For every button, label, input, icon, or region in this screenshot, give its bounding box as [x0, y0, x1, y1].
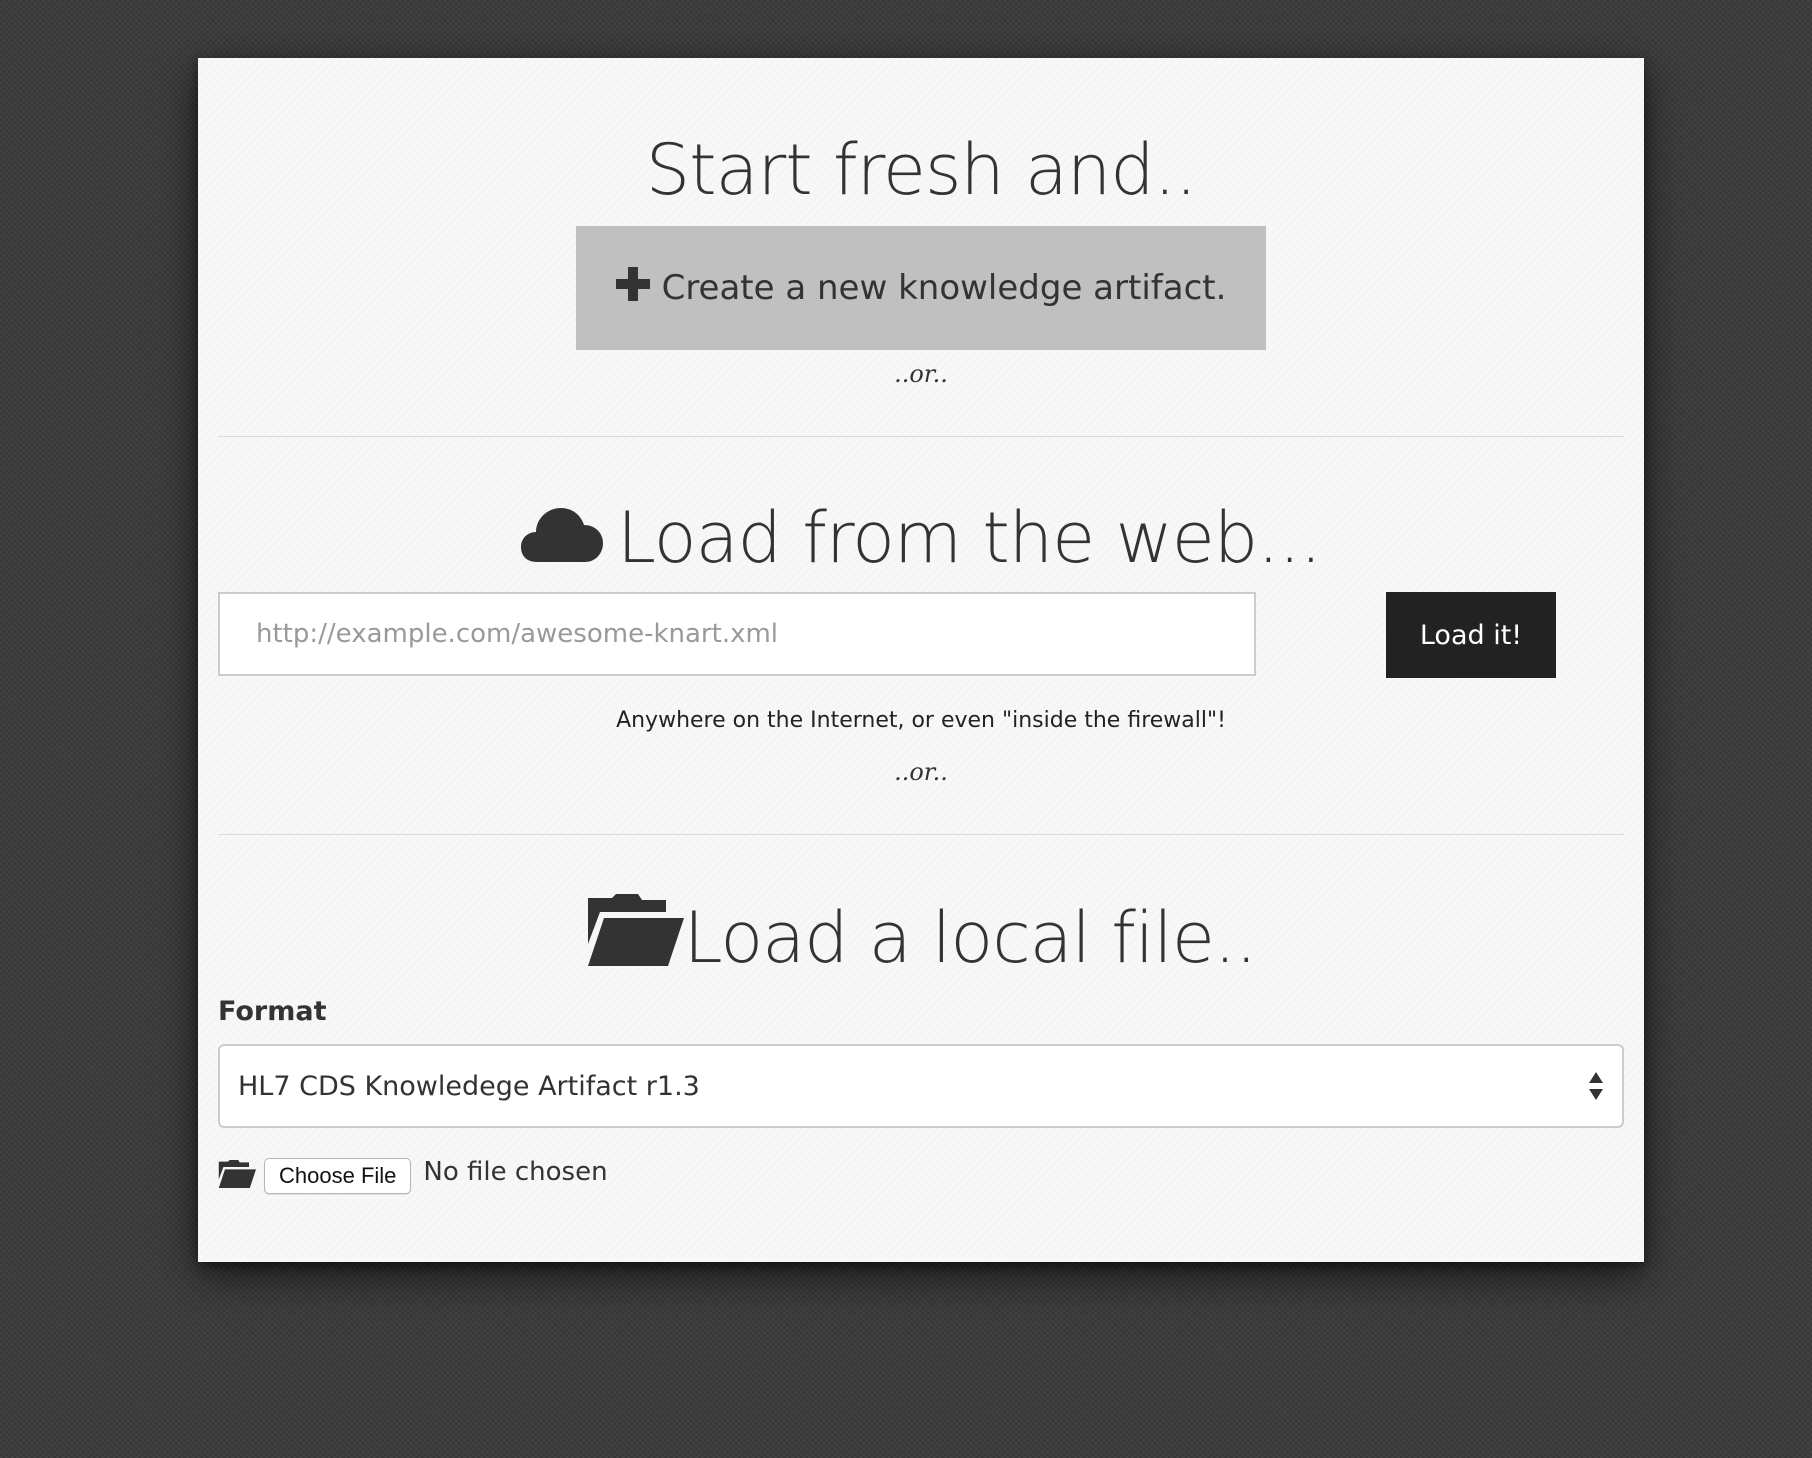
url-input[interactable]: [218, 592, 1256, 676]
web-heading: Load from the web...: [198, 488, 1644, 588]
section-divider: [218, 436, 1624, 437]
create-artifact-button[interactable]: Create a new knowledge artifact.: [576, 226, 1266, 350]
create-artifact-label: Create a new knowledge artifact.: [661, 268, 1227, 308]
file-status-text: No file chosen: [423, 1157, 608, 1187]
or-separator-text: ..or..: [894, 758, 948, 786]
format-select-value: HL7 CDS Knowledege Artifact r1.3: [238, 1070, 700, 1102]
local-heading-text: Load a local file..: [683, 897, 1258, 979]
choose-file-button[interactable]: Choose File: [264, 1158, 412, 1194]
file-picker-row: Choose File No file chosen: [218, 1156, 608, 1196]
cloud-icon: [521, 497, 604, 579]
web-help-text: Anywhere on the Internet, or even "insid…: [616, 708, 1226, 733]
main-card: Start fresh and.. Create a new knowledge…: [198, 58, 1644, 1262]
plus-icon: [615, 266, 650, 310]
format-select[interactable]: HL7 CDS Knowledege Artifact r1.3: [218, 1044, 1624, 1128]
start-heading: Start fresh and..: [645, 129, 1198, 211]
format-label: Format: [218, 996, 327, 1027]
folder-open-icon: [586, 893, 684, 983]
or-separator-text: ..or..: [894, 360, 948, 388]
folder-open-icon: [218, 1159, 256, 1193]
web-heading-text: Load from the web...: [617, 497, 1322, 579]
section-divider: [218, 834, 1624, 835]
select-arrows-icon: [1588, 1072, 1604, 1100]
local-heading: Load a local file..: [198, 888, 1644, 988]
load-it-button[interactable]: Load it!: [1386, 592, 1556, 678]
